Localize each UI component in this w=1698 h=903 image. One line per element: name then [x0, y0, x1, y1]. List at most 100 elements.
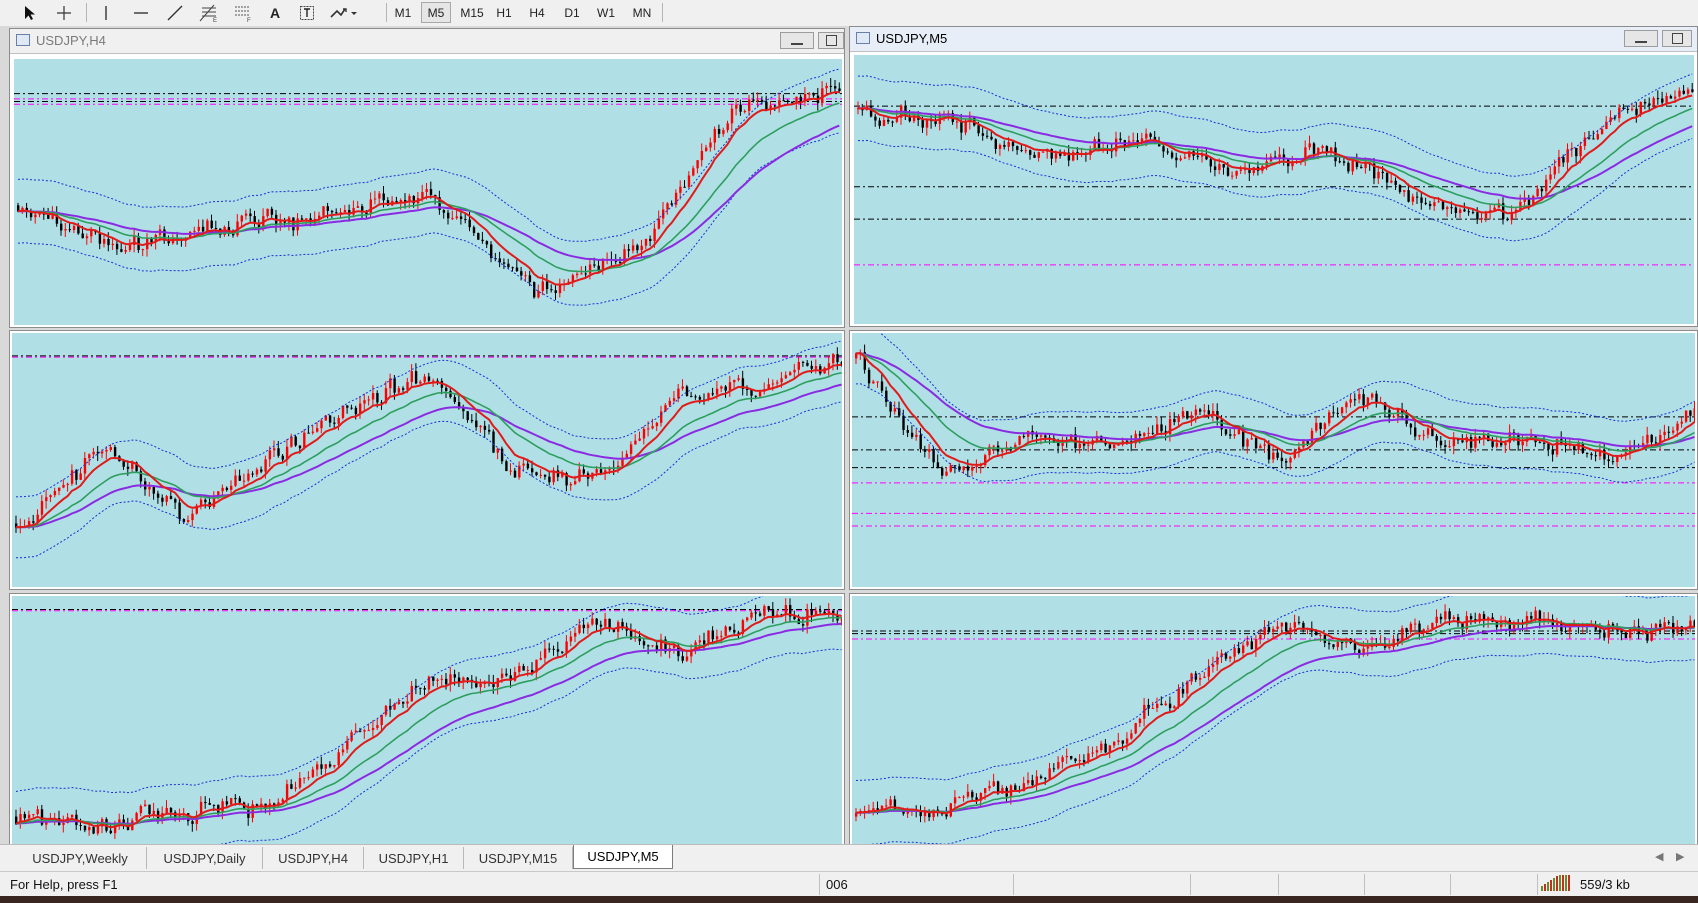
arrow-shapes-icon[interactable] [326, 2, 360, 23]
chart-window[interactable] [9, 330, 845, 590]
candle-body [595, 618, 598, 625]
candle-body [1495, 442, 1499, 447]
candle-body [1371, 393, 1374, 398]
candle-body [1203, 410, 1206, 412]
tab-scroll-right-icon[interactable]: ▶ [1676, 850, 1684, 863]
price-chart-plot[interactable] [852, 333, 1695, 587]
timeframe-m1-button[interactable]: M1 [388, 2, 418, 23]
candle-body [169, 496, 173, 500]
tab-usdjpy-h1[interactable]: USDJPY,H1 [364, 847, 464, 869]
cursor-arrow-icon[interactable] [18, 2, 42, 23]
chart-window[interactable] [849, 330, 1698, 590]
vertical-line-icon[interactable] [94, 2, 118, 23]
candle-body [919, 811, 922, 817]
price-chart-plot[interactable] [854, 55, 1694, 324]
timeframe-m5-button[interactable]: M5 [421, 2, 451, 23]
text-icon[interactable]: A [262, 2, 288, 23]
candle-body [773, 105, 777, 107]
candle-body [500, 448, 504, 462]
fibonacci-fan-icon[interactable]: F [230, 2, 256, 23]
candle-body [728, 626, 732, 630]
candle-body [698, 640, 702, 643]
candle-body [505, 673, 508, 676]
candle-body [62, 484, 65, 488]
candle-body [1138, 433, 1142, 436]
candle-body [472, 227, 476, 234]
candle-body [197, 226, 200, 231]
candle-body [1285, 461, 1288, 463]
candle-body [1179, 158, 1182, 161]
tab-usdjpy-m5[interactable]: USDJPY,M5 [573, 845, 673, 869]
candle-body [531, 468, 534, 473]
candle-body [445, 387, 448, 391]
candle-body [161, 497, 164, 502]
candle-body [1428, 203, 1432, 207]
candle-body [1401, 628, 1404, 641]
candle-body [1033, 154, 1036, 158]
candle-body [419, 687, 422, 689]
candle-body [148, 804, 151, 814]
text-label-icon[interactable] [294, 2, 320, 23]
candle-body [1078, 443, 1081, 449]
fibonacci-icon[interactable]: E [196, 2, 222, 23]
candle-body [1437, 201, 1440, 203]
price-chart-plot[interactable] [12, 596, 842, 865]
candle-body [543, 648, 547, 659]
timeframe-h1-button[interactable]: H1 [489, 2, 519, 23]
maximize-icon[interactable] [1662, 30, 1692, 47]
crosshair-icon[interactable] [52, 2, 76, 23]
chart-window-titlebar[interactable]: USDJPY,M5 [850, 27, 1697, 52]
candle-body [962, 796, 965, 798]
timeframe-mn-button[interactable]: MN [625, 2, 659, 23]
candle-body [806, 362, 809, 366]
candle-body [829, 85, 833, 87]
timeframe-h4-button[interactable]: H4 [522, 2, 552, 23]
candle-body [988, 786, 991, 789]
candle-body [629, 444, 633, 454]
price-chart-plot[interactable] [852, 596, 1695, 865]
tab-usdjpy-weekly[interactable]: USDJPY,Weekly [14, 847, 147, 869]
candle-body [1686, 89, 1690, 94]
candle-body [1027, 780, 1030, 784]
tab-usdjpy-daily[interactable]: USDJPY,Daily [147, 847, 263, 869]
candle-body [244, 213, 248, 216]
trend-line-icon[interactable] [162, 2, 188, 23]
maximize-icon[interactable] [818, 32, 844, 49]
candle-body [103, 239, 106, 244]
price-chart-plot[interactable] [14, 59, 842, 325]
minimize-icon[interactable] [1624, 30, 1658, 47]
timeframe-w1-button[interactable]: W1 [591, 2, 621, 23]
candle-body [1119, 138, 1122, 141]
candle-body [1631, 108, 1634, 110]
candle-body [152, 810, 155, 814]
candle-body [1678, 90, 1681, 97]
chart-window-usdjpy-h4[interactable]: USDJPY,H4 [9, 28, 845, 328]
chart-window-titlebar[interactable]: USDJPY,H4 [10, 29, 844, 54]
candle-body [1478, 436, 1481, 438]
candle-body [208, 803, 211, 805]
minimize-icon[interactable] [780, 32, 814, 49]
tab-usdjpy-h4[interactable]: USDJPY,H4 [263, 847, 364, 869]
candle-body [328, 415, 332, 423]
candle-body [1646, 434, 1649, 444]
chart-window[interactable] [9, 593, 845, 868]
candle-body [1160, 703, 1163, 706]
timeframe-d1-button[interactable]: D1 [557, 2, 587, 23]
chart-window[interactable] [849, 593, 1698, 868]
candle-body [1016, 146, 1019, 150]
candle-body [490, 244, 493, 259]
candle-body [964, 122, 967, 133]
tab-usdjpy-m15[interactable]: USDJPY,M15 [464, 847, 573, 869]
price-chart-plot[interactable] [12, 333, 842, 587]
candle-body [1037, 152, 1040, 158]
candle-body [492, 431, 495, 453]
candle-body [1480, 218, 1483, 220]
horizontal-line-icon[interactable] [128, 2, 154, 23]
chart-window-usdjpy-m5[interactable]: USDJPY,M5 [849, 26, 1698, 327]
candle-body [958, 797, 961, 799]
candle-body [823, 611, 826, 614]
tab-scroll-left-icon[interactable]: ◀ [1655, 850, 1663, 863]
candle-body [335, 212, 338, 214]
candle-body [1156, 703, 1159, 708]
timeframe-m15-button[interactable]: M15 [455, 2, 489, 23]
